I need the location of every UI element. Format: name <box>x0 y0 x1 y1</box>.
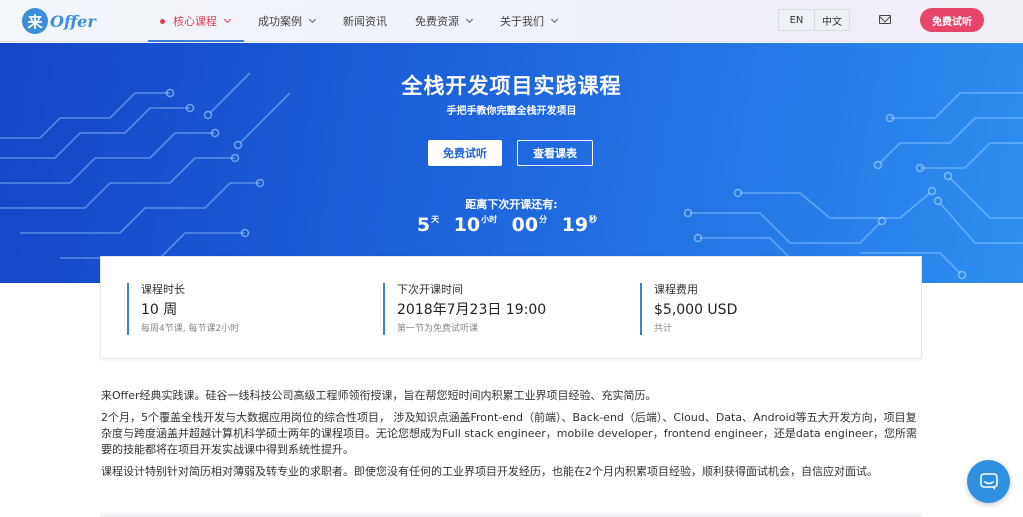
countdown-days-unit: 天 <box>431 215 440 224</box>
countdown-timer: 5天 10小时 00分 19秒 <box>0 214 1023 236</box>
countdown-seconds: 19 <box>561 214 589 236</box>
info-value: 2018年7月23日 19:00 <box>397 302 547 318</box>
menu-item-label: 成功案例 <box>258 15 302 28</box>
free-trial-nav-button[interactable]: 免费试听 <box>920 8 984 32</box>
top-nav: 来 Offer 核心课程 成功案例 新闻资讯 免费资源 关于我们 EN 中文 免… <box>0 0 1023 42</box>
menu-item-label: 免费资源 <box>415 15 459 28</box>
chat-icon[interactable] <box>967 460 1010 503</box>
course-description: 来Offer经典实践课。硅谷一线科技公司高级工程师领衔授课，旨在帮您短时间内积累… <box>101 388 921 486</box>
menu-item-core-courses[interactable]: 核心课程 <box>148 0 244 42</box>
free-trial-button[interactable]: 免费试听 <box>428 140 502 166</box>
info-price: 课程费用 $5,000 USD 共计 <box>640 283 737 335</box>
info-note: 共计 <box>654 324 673 334</box>
info-label: 下次开课时间 <box>397 283 463 296</box>
info-label: 课程时长 <box>141 283 185 296</box>
menu-item-about-us[interactable]: 关于我们 <box>500 0 559 42</box>
menu-item-news[interactable]: 新闻资讯 <box>343 0 387 42</box>
menu-item-success-cases[interactable]: 成功案例 <box>258 0 317 42</box>
countdown-hours: 10 <box>453 214 481 236</box>
course-info-card: 课程时长 10 周 每周4节课, 每节课2小时 下次开课时间 2018年7月23… <box>100 256 922 359</box>
chevron-down-icon <box>465 15 474 24</box>
info-value: $5,000 USD <box>654 302 738 318</box>
language-switcher: EN 中文 <box>778 9 850 31</box>
countdown-days: 5 <box>416 214 431 236</box>
info-duration: 课程时长 10 周 每周4节课, 每节课2小时 <box>127 283 239 335</box>
active-dot-icon <box>160 18 165 24</box>
lang-en-button[interactable]: EN <box>779 10 814 30</box>
chevron-down-icon <box>550 15 559 24</box>
countdown-hours-unit: 小时 <box>481 215 498 224</box>
menu-item-label: 关于我们 <box>500 15 544 28</box>
page-title: 全栈开发项目实践课程 <box>401 74 622 98</box>
countdown-minutes: 00 <box>511 214 539 236</box>
main-menu: 核心课程 成功案例 新闻资讯 免费资源 关于我们 <box>148 0 585 42</box>
info-note: 第一节为免费试听课 <box>397 324 479 334</box>
logo-badge: 来 <box>22 8 48 34</box>
hero-banner: 全栈开发项目实践课程 手把手教你完整全栈开发项目 免费试听 查看课表 距离下次开… <box>0 43 1023 283</box>
info-label: 课程费用 <box>654 283 698 296</box>
logo-text: Offer <box>50 11 96 31</box>
mail-icon[interactable] <box>879 15 891 24</box>
countdown-seconds-unit: 秒 <box>589 215 598 224</box>
lang-zh-button[interactable]: 中文 <box>814 10 849 30</box>
chevron-down-icon <box>223 15 232 24</box>
info-note: 每周4节课, 每节课2小时 <box>141 324 240 334</box>
countdown-label: 距离下次开课还有: <box>465 198 558 211</box>
description-paragraph: 课程设计特别针对简历相对薄弱及转专业的求职者。即使您没有任何的工业界项目开发经历… <box>101 465 878 478</box>
countdown-minutes-unit: 分 <box>539 215 548 224</box>
description-paragraph: 2个月，5个覆盖全栈开发与大数据应用岗位的综合性项目， 涉及知识点涵盖Front… <box>101 411 917 456</box>
description-paragraph: 来Offer经典实践课。硅谷一线科技公司高级工程师领衔授课，旨在帮您短时间内积累… <box>101 389 657 402</box>
logo[interactable]: 来 Offer <box>22 7 96 35</box>
section-divider <box>100 510 922 517</box>
info-value: 10 周 <box>141 302 178 318</box>
menu-item-label: 核心课程 <box>173 15 217 28</box>
info-next-start: 下次开课时间 2018年7月23日 19:00 第一节为免费试听课 <box>383 283 546 335</box>
menu-item-label: 新闻资讯 <box>343 15 387 28</box>
view-schedule-button[interactable]: 查看课表 <box>517 140 593 166</box>
chevron-down-icon <box>308 15 317 24</box>
chat-bubble-icon <box>979 472 998 490</box>
menu-item-free-resources[interactable]: 免费资源 <box>415 0 474 42</box>
page-subtitle: 手把手教你完整全栈开发项目 <box>446 106 577 117</box>
